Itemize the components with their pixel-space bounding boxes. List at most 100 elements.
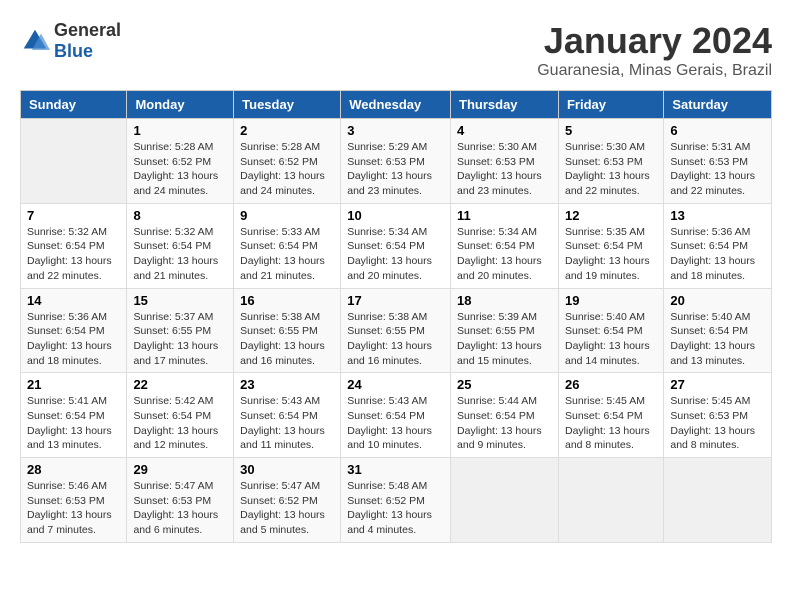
day-number: 20 [670,293,765,308]
day-number: 25 [457,377,552,392]
day-number: 16 [240,293,334,308]
day-info: Sunrise: 5:30 AMSunset: 6:53 PMDaylight:… [457,140,552,199]
day-info: Sunrise: 5:40 AMSunset: 6:54 PMDaylight:… [670,310,765,369]
day-info: Sunrise: 5:32 AMSunset: 6:54 PMDaylight:… [27,225,120,284]
calendar-cell: 26 Sunrise: 5:45 AMSunset: 6:54 PMDayligh… [558,373,663,458]
calendar-cell: 31 Sunrise: 5:48 AMSunset: 6:52 PMDayligh… [341,458,451,543]
calendar-cell: 14Sunrise: 5:36 AMSunset: 6:54 PMDayligh… [21,288,127,373]
calendar-cell: 5 Sunrise: 5:30 AMSunset: 6:53 PMDaylight… [558,119,663,204]
calendar-cell [664,458,772,543]
location-subtitle: Guaranesia, Minas Gerais, Brazil [537,62,772,80]
calendar-cell: 10 Sunrise: 5:34 AMSunset: 6:54 PMDayligh… [341,203,451,288]
calendar-cell: 27Sunrise: 5:45 AMSunset: 6:53 PMDayligh… [664,373,772,458]
logo-blue-text: Blue [54,41,121,62]
day-number: 23 [240,377,334,392]
calendar-cell: 23 Sunrise: 5:43 AMSunset: 6:54 PMDayligh… [234,373,341,458]
calendar-cell [21,119,127,204]
calendar-cell: 24 Sunrise: 5:43 AMSunset: 6:54 PMDayligh… [341,373,451,458]
day-info: Sunrise: 5:45 AMSunset: 6:54 PMDaylight:… [565,394,657,453]
day-number: 26 [565,377,657,392]
day-info: Sunrise: 5:32 AMSunset: 6:54 PMDaylight:… [133,225,227,284]
calendar-week-2: 7 Sunrise: 5:32 AMSunset: 6:54 PMDaylight… [21,203,772,288]
day-info: Sunrise: 5:43 AMSunset: 6:54 PMDaylight:… [347,394,444,453]
day-info: Sunrise: 5:48 AMSunset: 6:52 PMDaylight:… [347,479,444,538]
logo: General Blue [20,20,121,62]
month-year-title: January 2024 [537,20,772,62]
calendar-cell: 17 Sunrise: 5:38 AMSunset: 6:55 PMDayligh… [341,288,451,373]
page-header: General Blue January 2024 Guaranesia, Mi… [20,20,772,80]
day-info: Sunrise: 5:40 AMSunset: 6:54 PMDaylight:… [565,310,657,369]
calendar-week-5: 28 Sunrise: 5:46 AMSunset: 6:53 PMDayligh… [21,458,772,543]
day-number: 22 [133,377,227,392]
calendar-cell: 30 Sunrise: 5:47 AMSunset: 6:52 PMDayligh… [234,458,341,543]
day-info: Sunrise: 5:33 AMSunset: 6:54 PMDaylight:… [240,225,334,284]
calendar-cell: 15Sunrise: 5:37 AMSunset: 6:55 PMDayligh… [127,288,234,373]
day-info: Sunrise: 5:29 AMSunset: 6:53 PMDaylight:… [347,140,444,199]
day-number: 1 [133,123,227,138]
calendar-cell: 4 Sunrise: 5:30 AMSunset: 6:53 PMDaylight… [451,119,559,204]
day-info: Sunrise: 5:44 AMSunset: 6:54 PMDaylight:… [457,394,552,453]
calendar-cell: 7 Sunrise: 5:32 AMSunset: 6:54 PMDaylight… [21,203,127,288]
calendar-cell: 25 Sunrise: 5:44 AMSunset: 6:54 PMDayligh… [451,373,559,458]
day-number: 28 [27,462,120,477]
day-info: Sunrise: 5:43 AMSunset: 6:54 PMDaylight:… [240,394,334,453]
day-info: Sunrise: 5:46 AMSunset: 6:53 PMDaylight:… [27,479,120,538]
calendar-cell: 11 Sunrise: 5:34 AMSunset: 6:54 PMDayligh… [451,203,559,288]
calendar-cell: 2 Sunrise: 5:28 AMSunset: 6:52 PMDaylight… [234,119,341,204]
day-info: Sunrise: 5:42 AMSunset: 6:54 PMDaylight:… [133,394,227,453]
day-number: 11 [457,208,552,223]
day-info: Sunrise: 5:34 AMSunset: 6:54 PMDaylight:… [457,225,552,284]
day-number: 7 [27,208,120,223]
day-info: Sunrise: 5:28 AMSunset: 6:52 PMDaylight:… [240,140,334,199]
header-saturday: Saturday [664,91,772,119]
calendar-cell: 16 Sunrise: 5:38 AMSunset: 6:55 PMDayligh… [234,288,341,373]
day-number: 17 [347,293,444,308]
day-number: 31 [347,462,444,477]
header-wednesday: Wednesday [341,91,451,119]
day-number: 3 [347,123,444,138]
day-number: 27 [670,377,765,392]
day-number: 2 [240,123,334,138]
calendar-cell: 28 Sunrise: 5:46 AMSunset: 6:53 PMDayligh… [21,458,127,543]
day-number: 13 [670,208,765,223]
day-info: Sunrise: 5:39 AMSunset: 6:55 PMDaylight:… [457,310,552,369]
day-number: 6 [670,123,765,138]
weekday-header-row: Sunday Monday Tuesday Wednesday Thursday… [21,91,772,119]
day-number: 24 [347,377,444,392]
day-info: Sunrise: 5:38 AMSunset: 6:55 PMDaylight:… [347,310,444,369]
calendar-table: Sunday Monday Tuesday Wednesday Thursday… [20,90,772,543]
day-info: Sunrise: 5:47 AMSunset: 6:52 PMDaylight:… [240,479,334,538]
day-number: 10 [347,208,444,223]
calendar-cell: 21 Sunrise: 5:41 AMSunset: 6:54 PMDayligh… [21,373,127,458]
day-info: Sunrise: 5:35 AMSunset: 6:54 PMDaylight:… [565,225,657,284]
calendar-cell: 12Sunrise: 5:35 AMSunset: 6:54 PMDayligh… [558,203,663,288]
calendar-cell [451,458,559,543]
logo-text: General Blue [54,20,121,62]
day-number: 4 [457,123,552,138]
day-info: Sunrise: 5:31 AMSunset: 6:53 PMDaylight:… [670,140,765,199]
calendar-week-4: 21 Sunrise: 5:41 AMSunset: 6:54 PMDayligh… [21,373,772,458]
calendar-cell [558,458,663,543]
day-info: Sunrise: 5:36 AMSunset: 6:54 PMDaylight:… [27,310,120,369]
calendar-week-1: 1 Sunrise: 5:28 AMSunset: 6:52 PMDaylight… [21,119,772,204]
header-thursday: Thursday [451,91,559,119]
calendar-cell: 8Sunrise: 5:32 AMSunset: 6:54 PMDaylight… [127,203,234,288]
day-number: 29 [133,462,227,477]
day-info: Sunrise: 5:41 AMSunset: 6:54 PMDaylight:… [27,394,120,453]
day-info: Sunrise: 5:36 AMSunset: 6:54 PMDaylight:… [670,225,765,284]
logo-icon [20,26,50,56]
day-number: 18 [457,293,552,308]
logo-general-text: General [54,20,121,41]
day-info: Sunrise: 5:30 AMSunset: 6:53 PMDaylight:… [565,140,657,199]
day-number: 15 [133,293,227,308]
day-number: 30 [240,462,334,477]
calendar-cell: 19Sunrise: 5:40 AMSunset: 6:54 PMDayligh… [558,288,663,373]
day-info: Sunrise: 5:34 AMSunset: 6:54 PMDaylight:… [347,225,444,284]
day-number: 21 [27,377,120,392]
calendar-cell: 13 Sunrise: 5:36 AMSunset: 6:54 PMDayligh… [664,203,772,288]
day-info: Sunrise: 5:38 AMSunset: 6:55 PMDaylight:… [240,310,334,369]
header-tuesday: Tuesday [234,91,341,119]
day-number: 5 [565,123,657,138]
calendar-cell: 18 Sunrise: 5:39 AMSunset: 6:55 PMDayligh… [451,288,559,373]
header-friday: Friday [558,91,663,119]
